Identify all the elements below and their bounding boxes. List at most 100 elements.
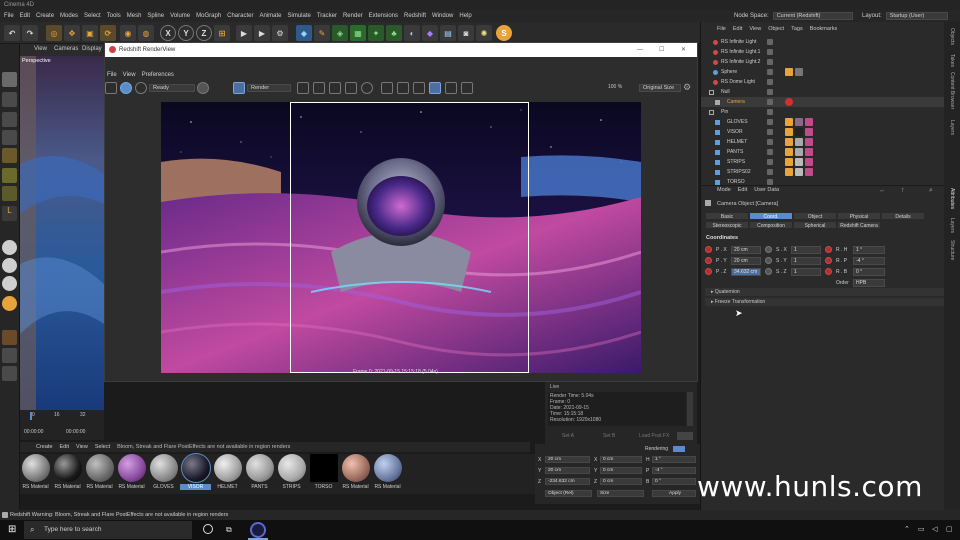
- visibility-toggle[interactable]: [767, 69, 773, 75]
- region-render-icon[interactable]: [233, 82, 245, 94]
- object-row[interactable]: PANTS: [701, 147, 945, 157]
- visibility-toggle[interactable]: [767, 49, 773, 55]
- back-arrow-icon[interactable]: ←: [879, 187, 886, 194]
- time-start[interactable]: 00:00:00: [24, 429, 43, 435]
- viewport-menu-cameras[interactable]: Cameras: [54, 46, 78, 52]
- material-tag-icon[interactable]: [805, 158, 813, 166]
- region-render-box[interactable]: [290, 102, 529, 373]
- tab-details[interactable]: Details: [881, 212, 925, 220]
- side-tab-objects[interactable]: Objects: [949, 28, 955, 45]
- load-postfx-button[interactable]: Load Post FX: [639, 433, 669, 439]
- menu-extensions[interactable]: Extensions: [369, 13, 398, 19]
- tag-icon[interactable]: [785, 138, 793, 146]
- object-row-selected[interactable]: Camera: [701, 97, 945, 107]
- sculpt-icon[interactable]: [2, 330, 17, 345]
- camera-icon[interactable]: ◙: [458, 25, 474, 41]
- cortana-icon[interactable]: [203, 524, 213, 534]
- visibility-toggle[interactable]: [767, 89, 773, 95]
- tab-object[interactable]: Object: [793, 212, 837, 220]
- object-row[interactable]: Null: [701, 87, 945, 97]
- zoom-fit-icon[interactable]: [397, 82, 409, 94]
- keyframe-dot[interactable]: [765, 246, 772, 253]
- render-view-icon[interactable]: ▶: [236, 25, 252, 41]
- generator-icon[interactable]: ♣: [386, 25, 402, 41]
- keyframe-dot[interactable]: [705, 268, 712, 275]
- renderview-menu-preferences[interactable]: Preferences: [142, 71, 174, 80]
- refresh-icon[interactable]: [135, 82, 147, 94]
- attr-menu-edit[interactable]: Edit: [738, 187, 747, 196]
- set-b-button[interactable]: Set B: [603, 433, 615, 439]
- pick-icon[interactable]: [345, 82, 357, 94]
- coordinate-system-icon[interactable]: ⊞: [214, 25, 230, 41]
- coord-pos-y-field[interactable]: 20 cm: [545, 467, 590, 474]
- axis-y-button[interactable]: Y: [178, 25, 194, 41]
- point-mode-icon[interactable]: [2, 112, 17, 127]
- cube-icon[interactable]: ◆: [296, 25, 312, 41]
- grid-icon[interactable]: [2, 366, 17, 381]
- material-tag-icon[interactable]: [805, 148, 813, 156]
- camera-tag-icon[interactable]: [785, 98, 793, 106]
- axis-z-button[interactable]: Z: [196, 25, 212, 41]
- renderview-menu-file[interactable]: File: [107, 71, 117, 80]
- material-tag-icon[interactable]: [795, 168, 803, 176]
- zoom-level[interactable]: 100 %: [608, 84, 622, 90]
- field-rb[interactable]: 0 °: [853, 268, 885, 276]
- objmgr-menu-file[interactable]: File: [717, 26, 726, 35]
- search-icon[interactable]: ⌕: [929, 187, 933, 195]
- object-row[interactable]: RS Infinite Light: [701, 37, 945, 47]
- material-swatch[interactable]: RS Material: [116, 454, 147, 490]
- material-swatch[interactable]: RS Material: [372, 454, 403, 490]
- material-swatch[interactable]: STRIPS: [276, 454, 307, 490]
- material-tag-icon[interactable]: [795, 138, 803, 146]
- time-end[interactable]: 00:00:00: [66, 429, 85, 435]
- object-row[interactable]: RS Infinite Light.1: [701, 47, 945, 57]
- coord-size-dropdown[interactable]: Size: [597, 490, 644, 497]
- visibility-toggle[interactable]: [767, 99, 773, 105]
- side-tab-layers[interactable]: Layers: [949, 120, 955, 135]
- texture-mode-icon[interactable]: [2, 92, 17, 107]
- tab-coord[interactable]: Coord.: [749, 212, 793, 220]
- object-row[interactable]: RS Infinite Light.2: [701, 57, 945, 67]
- menu-animate[interactable]: Animate: [259, 13, 281, 19]
- floor-icon[interactable]: ▤: [440, 25, 456, 41]
- keyframe-dot[interactable]: [825, 257, 832, 264]
- menu-edit[interactable]: Edit: [20, 13, 30, 19]
- object-row[interactable]: RS Dome Light: [701, 77, 945, 87]
- object-row[interactable]: Sphere: [701, 67, 945, 77]
- render-settings-icon[interactable]: ⚙: [272, 25, 288, 41]
- visibility-toggle[interactable]: [767, 159, 773, 165]
- material-tag-icon[interactable]: [805, 138, 813, 146]
- coord-size-x-field[interactable]: 0 cm: [600, 456, 642, 463]
- quaternion-section[interactable]: ▸ Quaternion: [705, 288, 947, 296]
- field-rp[interactable]: -4 °: [853, 257, 885, 265]
- tag-icon[interactable]: [785, 168, 793, 176]
- taskbar-search-box[interactable]: ⌕ Type here to search: [24, 521, 192, 539]
- field-icon[interactable]: ◐: [404, 25, 420, 41]
- pan-icon[interactable]: [381, 82, 393, 94]
- menu-tools[interactable]: Tools: [107, 13, 121, 19]
- material-tag-icon[interactable]: [805, 118, 813, 126]
- close-icon[interactable]: ✕: [681, 43, 686, 57]
- timeline[interactable]: 0 16 32 00:00:00 00:00:00: [20, 410, 104, 440]
- recent-tool2-icon[interactable]: ◍: [138, 25, 154, 41]
- redo-icon[interactable]: ↷: [22, 25, 38, 41]
- redshift-icon[interactable]: S: [496, 25, 512, 41]
- grid-icon[interactable]: [461, 82, 473, 94]
- visibility-toggle[interactable]: [767, 109, 773, 115]
- coord-size-y-field[interactable]: 0 cm: [600, 467, 642, 474]
- material-swatch[interactable]: RS Material: [84, 454, 115, 490]
- material-menu-view[interactable]: View: [76, 442, 88, 452]
- menu-mograph[interactable]: MoGraph: [196, 13, 221, 19]
- subdivision-icon[interactable]: ◈: [332, 25, 348, 41]
- material-tag-icon[interactable]: [795, 128, 803, 136]
- info-scrollbar[interactable]: [687, 392, 693, 426]
- keyframe-dot[interactable]: [705, 246, 712, 253]
- material-swatch-selected[interactable]: VISOR: [180, 453, 211, 490]
- menu-character[interactable]: Character: [227, 13, 253, 19]
- visibility-toggle[interactable]: [767, 179, 773, 185]
- tab-physical[interactable]: Physical: [837, 212, 881, 220]
- menu-file[interactable]: File: [4, 13, 14, 19]
- select-tool-icon[interactable]: ◎: [46, 25, 62, 41]
- menu-modes[interactable]: Modes: [60, 13, 78, 19]
- visibility-toggle[interactable]: [767, 129, 773, 135]
